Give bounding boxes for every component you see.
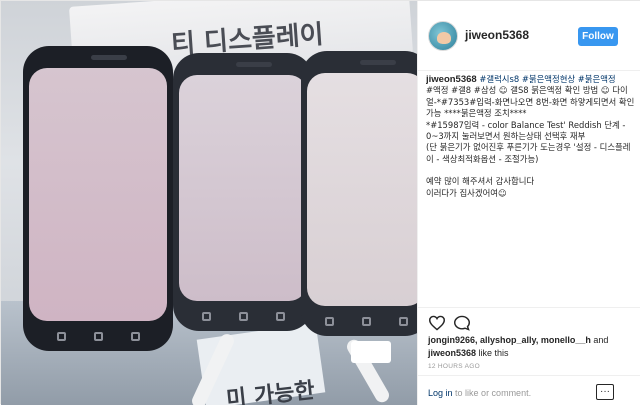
phone-screen — [307, 73, 417, 306]
avatar[interactable] — [428, 21, 458, 51]
caption-line: (단 붉은기가 없어진후 푸른기가 도는경우 '설정 - 디스플레이 - 색상최… — [426, 142, 631, 164]
liker-username-last[interactable]: jiweon5368 — [428, 348, 476, 358]
phone-middle — [173, 53, 313, 331]
likes-summary: jongin9266, allyshop_ally, monello__h an… — [428, 334, 638, 360]
caption-line: 예약 많이 해주셔서 감사합니다 — [426, 176, 535, 187]
more-options-icon[interactable]: ··· — [596, 384, 614, 400]
follow-button[interactable]: Follow — [578, 27, 618, 46]
post-sidebar: jiweon5368 Follow jiweon5368 #갤럭시s8 #붉은액… — [417, 1, 640, 405]
login-link[interactable]: Log in — [428, 388, 453, 398]
usb-connector — [351, 341, 391, 363]
caption-line: *#15987입력 - color Balance Test' Reddish … — [426, 119, 626, 142]
post-actions — [418, 307, 640, 331]
login-prompt: Log in to like or comment. — [428, 388, 531, 398]
caption-line: 이러다가 집사겠어여☺ — [426, 187, 507, 198]
comment-icon[interactable] — [453, 315, 471, 331]
likes-and: and — [593, 335, 609, 345]
phone-left — [23, 46, 173, 351]
post-timestamp[interactable]: 12 HOURS AGO — [428, 363, 480, 370]
caption-line: #액정 #갤8 #삼성 ☺ 갤S8 붉은액정 확인 방법 ☺ 다이얼-*#735… — [426, 85, 635, 119]
phone-screen — [29, 68, 167, 321]
caption-hashtags[interactable]: #갤럭시s8 #붉은액정현상 #붉은액정 — [479, 74, 615, 84]
login-prompt-text: to like or comment. — [455, 388, 532, 398]
instagram-post-window: 티 디스플레이 미 가능한 jiweon5368 Follow jiweon53… — [0, 0, 640, 405]
post-photo[interactable]: 티 디스플레이 미 가능한 — [1, 1, 417, 405]
likes-suffix: like this — [478, 348, 509, 358]
liker-usernames[interactable]: jongin9266, allyshop_ally, monello__h — [428, 335, 591, 345]
post-username[interactable]: jiweon5368 — [465, 28, 529, 42]
post-caption: jiweon5368 #갤럭시s8 #붉은액정현상 #붉은액정 #액정 #갤8 … — [426, 71, 636, 303]
phone-right — [301, 51, 417, 336]
caption-line: jiweon5368 #갤럭시s8 #붉은액정현상 #붉은액정 — [426, 74, 636, 85]
caption-username[interactable]: jiweon5368 — [426, 74, 477, 85]
post-footer: Log in to like or comment. ··· — [418, 375, 640, 405]
heart-icon[interactable] — [428, 315, 446, 331]
phone-screen — [179, 75, 307, 301]
post-header: jiweon5368 Follow — [418, 1, 640, 71]
